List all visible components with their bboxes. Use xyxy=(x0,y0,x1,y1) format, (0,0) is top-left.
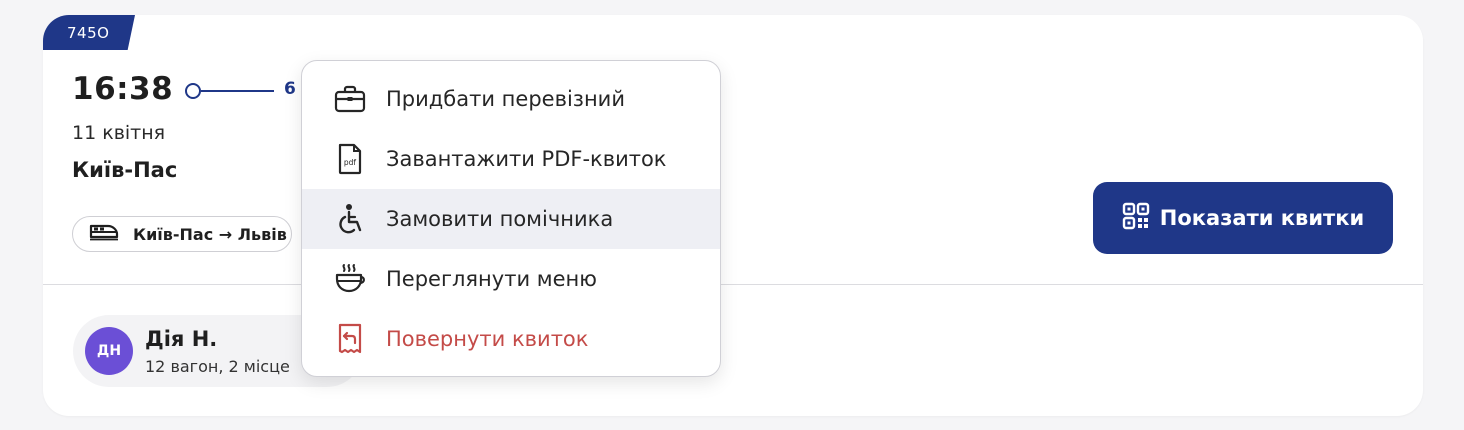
menu-item-return-ticket[interactable]: Повернути квиток xyxy=(302,309,720,369)
departure-time: 16:38 xyxy=(72,71,174,107)
svg-text:pdf: pdf xyxy=(344,158,357,167)
qr-code-icon xyxy=(1122,202,1150,235)
train-icon xyxy=(89,223,119,245)
return-ticket-icon xyxy=(332,321,368,357)
briefcase-icon xyxy=(332,81,368,117)
route-progress-line xyxy=(185,82,275,100)
passenger-seat: 12 вагон, 2 місце xyxy=(145,357,290,376)
menu-item-buy-luggage[interactable]: Придбати перевізний xyxy=(302,69,720,129)
menu-item-order-assistant[interactable]: Замовити помічника xyxy=(302,189,720,249)
menu-item-label: Замовити помічника xyxy=(386,207,614,231)
trip-duration: 6 xyxy=(284,79,296,99)
menu-item-label: Переглянути меню xyxy=(386,267,597,291)
route-line-segment xyxy=(201,90,274,92)
menu-item-label: Завантажити PDF-квиток xyxy=(386,147,667,171)
route-chip-label: Київ-Пас → Львів xyxy=(133,224,287,244)
card-divider xyxy=(43,284,1423,285)
ticket-actions-menu: Придбати перевізний pdf Завантажити PDF-… xyxy=(301,60,721,377)
pdf-file-icon: pdf xyxy=(332,141,368,177)
menu-item-label: Повернути квиток xyxy=(386,327,589,351)
ticket-card: 745О 16:38 6 11 квітня Київ-Пас Київ-Пас… xyxy=(43,15,1423,416)
passenger-name: Дія Н. xyxy=(145,327,218,351)
show-tickets-button[interactable]: Показати квитки xyxy=(1093,182,1393,254)
avatar: ДН xyxy=(85,327,133,375)
menu-item-download-pdf[interactable]: pdf Завантажити PDF-квиток xyxy=(302,129,720,189)
train-number-badge: 745О xyxy=(43,15,135,50)
departure-station: Київ-Пас xyxy=(72,158,178,182)
coffee-cup-icon xyxy=(332,261,368,297)
show-tickets-label: Показати квитки xyxy=(1159,206,1365,230)
menu-item-view-menu[interactable]: Переглянути меню xyxy=(302,249,720,309)
wheelchair-icon xyxy=(332,201,368,237)
departure-dot xyxy=(185,83,201,99)
route-chip[interactable]: Київ-Пас → Львів xyxy=(72,216,292,252)
menu-item-label: Придбати перевізний xyxy=(386,87,625,111)
departure-date: 11 квітня xyxy=(72,122,166,144)
